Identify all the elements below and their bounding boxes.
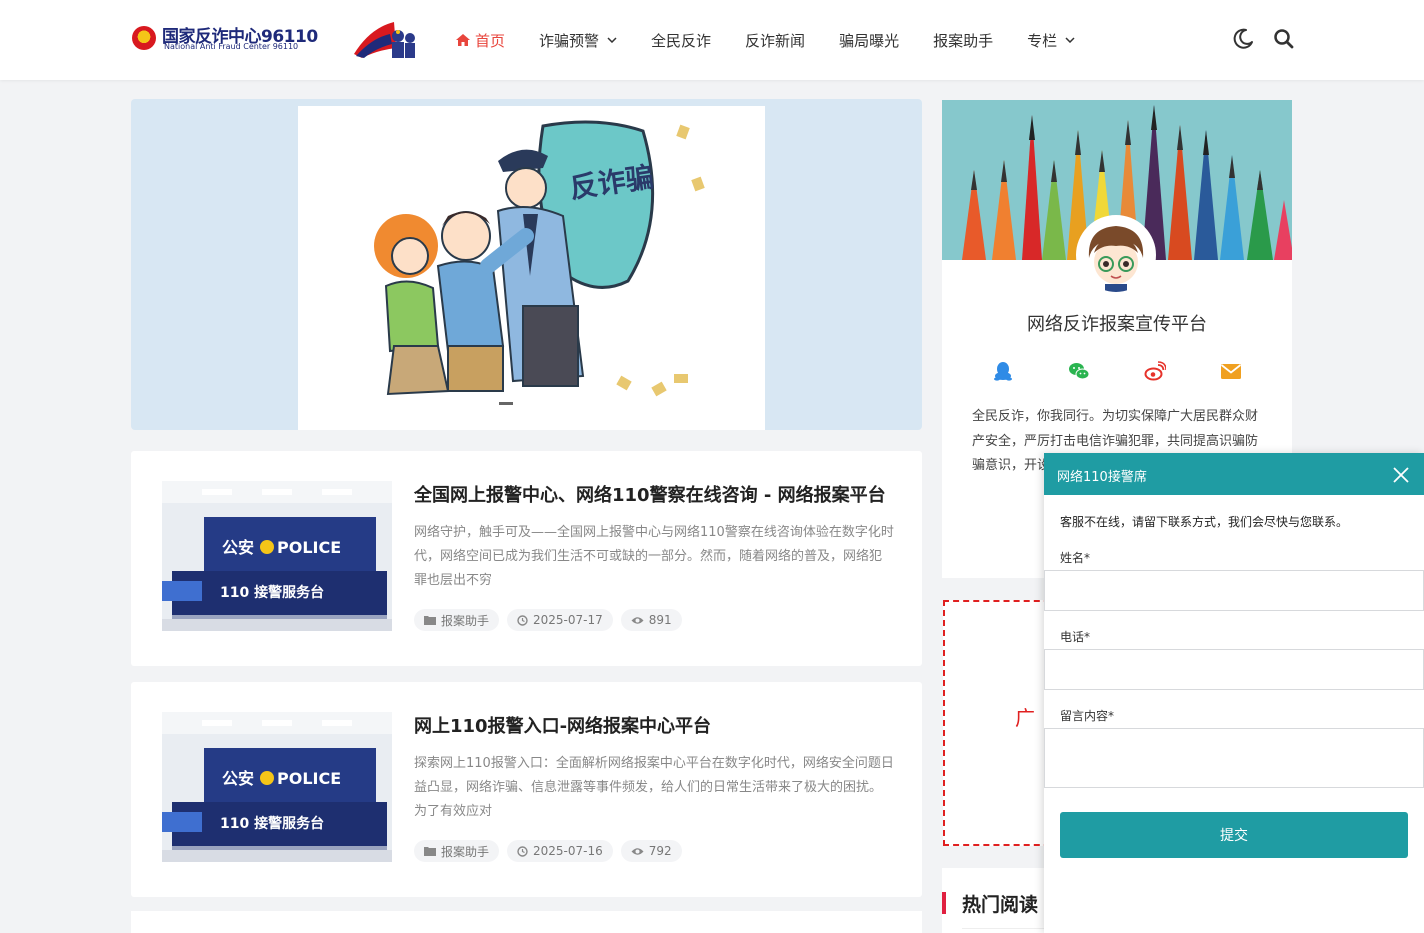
clock-icon (517, 614, 528, 626)
phone-label: 电话* (1060, 630, 1091, 644)
thumb-text-police: POLICE (277, 769, 341, 788)
nav-report-assistant[interactable]: 报案助手 (933, 30, 993, 51)
post-title[interactable]: 网上110报警入口-网络报案中心平台 (414, 712, 894, 738)
nav-news-label: 反诈新闻 (745, 31, 806, 50)
nav-column-label: 专栏 (1027, 31, 1058, 50)
post-views: 891 (620, 609, 682, 631)
folder-icon (424, 847, 436, 856)
post-meta: 报案助手 2025-07-16 792 (414, 840, 690, 862)
profile-name: 网络反诈报案宣传平台 (1027, 314, 1207, 335)
chat-title: 网络110接警席 (1057, 470, 1147, 485)
nav-column[interactable]: 专栏 (1027, 30, 1075, 51)
post-card[interactable]: 公安 POLICE 110 接警服务台 网上110报警入口-网络报案中心平台 探… (131, 682, 922, 897)
post-card[interactable]: 公安 POLICE 110 接警服务台 全国网上报警中心、网络110警察在线咨询… (131, 451, 922, 666)
main-nav: 首页 诈骗预警 全民反诈 反诈新闻 骗局曝光 报案助手 专栏 (456, 26, 1109, 54)
thumb-text-top: 公安 (222, 769, 254, 788)
folder-icon (424, 616, 436, 625)
message-label: 留言内容* (1060, 709, 1115, 723)
phone-field[interactable] (1044, 649, 1424, 690)
hot-reading-title: 热门阅读 (962, 894, 1039, 916)
nav-news[interactable]: 反诈新闻 (745, 30, 805, 51)
post-title[interactable]: 全国网上报警中心、网络110警察在线咨询 - 网络报案平台 (414, 481, 894, 507)
post-thumbnail[interactable]: 公安 POLICE 110 接警服务台 (162, 712, 392, 862)
post-category-label: 报案助手 (441, 844, 490, 859)
chat-offline-note: 客服不在线，请留下联系方式，我们会尽快与您联系。 (1060, 515, 1349, 529)
post-date: 2025-07-16 (507, 840, 613, 862)
hero-carousel[interactable]: 反诈骗 (131, 99, 922, 430)
post-category-label: 报案助手 (441, 613, 490, 628)
site-header: 国家反诈中心96110 National Anti Fraud Center 9… (0, 0, 1424, 80)
post-excerpt: 探索网上110报警入口：全面解析网络报案中心平台在数字化时代，网络安全问题日益凸… (414, 756, 894, 819)
thumb-text-police: POLICE (277, 538, 341, 557)
post-views-label: 792 (648, 844, 672, 858)
post-category[interactable]: 报案助手 (414, 609, 500, 631)
message-field[interactable] (1044, 728, 1424, 788)
nav-anti-fraud-label: 全民反诈 (651, 31, 712, 50)
post-category[interactable]: 报案助手 (414, 840, 500, 862)
nav-home[interactable]: 首页 (456, 30, 505, 51)
post-date-label: 2025-07-16 (533, 844, 603, 858)
post-thumbnail[interactable]: 公安 POLICE 110 接警服务台 (162, 481, 392, 631)
nav-scam-exposure-label: 骗局曝光 (839, 31, 900, 50)
post-excerpt: 网络守护，触手可及——全国网上报警中心与网络110警察在线咨询体验在数字化时代，… (414, 525, 894, 588)
chat-widget: 网络110接警席 客服不在线，请留下联系方式，我们会尽快与您联系。 姓名* 电话… (1044, 453, 1424, 933)
wechat-icon[interactable] (1068, 360, 1090, 382)
police-emblem-icon (132, 26, 156, 50)
email-icon[interactable] (1220, 360, 1242, 382)
qq-icon[interactable] (992, 360, 1014, 382)
logo-subtitle: National Anti Fraud Center 96110 (164, 42, 299, 51)
post-views-label: 891 (648, 613, 672, 627)
home-icon (456, 34, 470, 46)
police-flag-icon (354, 22, 415, 58)
chevron-down-icon (607, 37, 617, 43)
post-date-label: 2025-07-17 (533, 613, 603, 627)
chat-header[interactable]: 网络110接警席 (1044, 453, 1424, 495)
chevron-down-icon (1065, 37, 1075, 43)
nav-fraud-alert-label: 诈骗预警 (539, 31, 600, 50)
close-icon[interactable] (1392, 466, 1410, 484)
carousel-indicator[interactable] (499, 402, 513, 405)
post-date: 2025-07-17 (507, 609, 613, 631)
anti-fraud-illustration: 反诈骗 (374, 120, 705, 397)
name-label: 姓名* (1060, 551, 1091, 565)
site-logo[interactable]: 国家反诈中心96110 National Anti Fraud Center 9… (132, 22, 332, 58)
avatar[interactable] (1076, 215, 1156, 295)
section-accent-bar (942, 892, 946, 914)
name-field[interactable] (1044, 570, 1424, 611)
ad-text: 广 (1015, 706, 1035, 730)
dark-mode-moon-icon[interactable] (1232, 28, 1254, 50)
nav-home-label: 首页 (475, 31, 506, 50)
thumb-text-bottom: 110 接警服务台 (220, 584, 324, 601)
thumb-text-bottom: 110 接警服务台 (220, 815, 324, 832)
eye-icon (631, 847, 644, 855)
post-card[interactable] (131, 911, 922, 933)
search-icon[interactable] (1273, 28, 1295, 50)
nav-scam-exposure[interactable]: 骗局曝光 (839, 30, 899, 51)
thumb-text-top: 公安 (222, 538, 254, 557)
submit-button[interactable]: 提交 (1060, 812, 1408, 858)
post-meta: 报案助手 2025-07-17 891 (414, 609, 690, 631)
clock-icon (517, 845, 528, 857)
weibo-icon[interactable] (1144, 360, 1166, 382)
eye-icon (631, 616, 644, 624)
nav-report-assistant-label: 报案助手 (933, 31, 994, 50)
nav-anti-fraud[interactable]: 全民反诈 (651, 30, 711, 51)
carousel-slide: 反诈骗 (298, 106, 765, 430)
nav-fraud-alert[interactable]: 诈骗预警 (539, 30, 617, 51)
post-views: 792 (620, 840, 682, 862)
